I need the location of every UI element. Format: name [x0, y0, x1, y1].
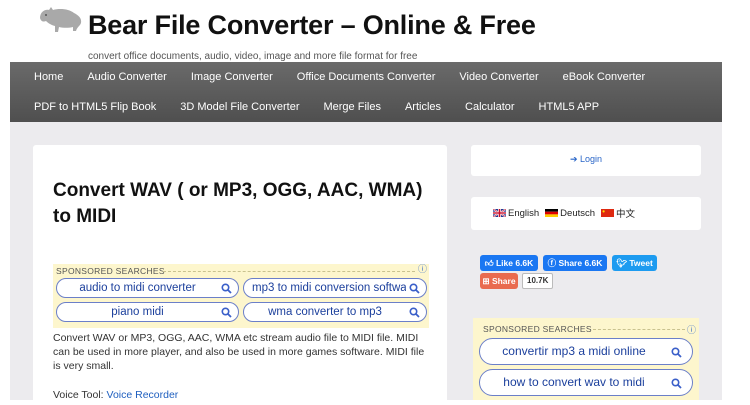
share-label: Share: [491, 276, 516, 286]
sponsored-pill-label: audio to midi converter: [79, 282, 196, 294]
search-icon: [221, 307, 232, 318]
nav-item-image-converter[interactable]: Image Converter: [179, 62, 285, 92]
nav-item-merge-files[interactable]: Merge Files: [311, 92, 392, 122]
site-tagline: convert office documents, audio, video, …: [88, 51, 418, 62]
sponsored-searches-box: SPONSORED SEARCHES ⓘ audio to midi conve…: [53, 264, 429, 328]
voice-tool-label: Voice Tool:: [53, 389, 104, 401]
sponsored-pill[interactable]: piano midi: [56, 302, 239, 322]
info-icon[interactable]: ⓘ: [687, 323, 696, 336]
sponsored-pill-label: piano midi: [111, 306, 164, 318]
facebook-share-button[interactable]: ⓕ Share 6.6K: [543, 255, 607, 271]
voice-tool-line: Voice Tool: Voice Recorder: [53, 389, 178, 401]
site-header: Bear File Converter – Online & Free conv…: [0, 0, 750, 62]
facebook-like-label: Like 6.6K: [495, 258, 534, 268]
language-card: English Deutsch 中文: [471, 197, 701, 230]
search-icon: [221, 283, 232, 294]
tweet-label: Tweet: [629, 258, 653, 268]
thumbs-up-icon: 👍︎: [484, 258, 494, 268]
sponsored-pill-label: wma converter to mp3: [268, 306, 382, 318]
nav-item-html5-app[interactable]: HTML5 APP: [527, 92, 612, 122]
twitter-bird-icon: 🐦︎: [616, 258, 627, 268]
sponsored-label: SPONSORED SEARCHES: [56, 266, 165, 276]
language-german[interactable]: Deutsch: [545, 208, 595, 219]
sign-in-icon: ➔: [569, 154, 578, 164]
login-link[interactable]: ➔ Login: [471, 154, 701, 165]
nav-item-ebook-converter[interactable]: eBook Converter: [551, 62, 658, 92]
sidebar-sponsored-box: SPONSORED SEARCHES ⓘ convertir mp3 a mid…: [473, 318, 699, 400]
search-icon: [671, 347, 682, 358]
sponsored-pill-label: mp3 to midi conversion softwa: [252, 282, 406, 294]
germany-flag-icon: [545, 209, 559, 217]
search-icon: [409, 283, 420, 294]
sidebar-sponsored-pill-label: convertir mp3 a midi online: [502, 344, 646, 358]
language-chinese-label: 中文: [616, 209, 636, 220]
main-content-card: Convert WAV ( or MP3, OGG, AAC, WMA) to …: [33, 145, 447, 405]
info-icon[interactable]: ⓘ: [418, 265, 427, 274]
description-text: Convert WAV or MP3, OGG, AAC, WMA etc st…: [53, 332, 425, 372]
nav-item-office-documents-converter[interactable]: Office Documents Converter: [285, 62, 448, 92]
nav-item-3d-model-converter[interactable]: 3D Model File Converter: [168, 92, 311, 122]
sponsored-pill[interactable]: audio to midi converter: [56, 278, 239, 298]
facebook-icon: ⓕ: [547, 258, 557, 268]
nav-item-home[interactable]: Home: [10, 62, 75, 92]
share-count: 10.7K: [522, 273, 554, 289]
page-title: Convert WAV ( or MP3, OGG, AAC, WMA) to …: [53, 180, 423, 227]
china-flag-icon: [601, 209, 615, 217]
nav-item-calculator[interactable]: Calculator: [453, 92, 527, 122]
nav-item-articles[interactable]: Articles: [393, 92, 453, 122]
sponsored-pill[interactable]: wma converter to mp3: [243, 302, 427, 322]
bear-logo-icon[interactable]: [36, 4, 84, 34]
tweet-button[interactable]: 🐦︎ Tweet: [612, 255, 657, 271]
facebook-like-button[interactable]: 👍︎ Like 6.6K: [480, 255, 538, 271]
login-label: Login: [580, 154, 603, 164]
sidebar-sponsored-pill[interactable]: how to convert wav to midi: [479, 369, 693, 396]
facebook-share-label: Share 6.6K: [558, 258, 603, 268]
language-switcher: English Deutsch 中文: [493, 206, 641, 220]
sidebar-sponsored-pill-label: how to convert wav to midi: [503, 375, 645, 389]
sidebar-sponsored-label: SPONSORED SEARCHES: [483, 324, 592, 334]
social-share-card: 👍︎ Like 6.6K ⓕ Share 6.6K 🐦︎ Tweet ⊞ Sha…: [471, 247, 701, 297]
search-icon: [671, 378, 682, 389]
nav-item-audio-converter[interactable]: Audio Converter: [75, 62, 179, 92]
nav-item-pdf-flip-book[interactable]: PDF to HTML5 Flip Book: [10, 92, 168, 122]
sidebar-sponsored-divider: [593, 329, 685, 330]
language-english[interactable]: English: [493, 208, 539, 219]
uk-flag-icon: [493, 209, 506, 217]
language-german-label: Deutsch: [560, 207, 596, 219]
site-title[interactable]: Bear File Converter – Online & Free: [88, 10, 536, 41]
search-icon: [409, 307, 420, 318]
nav-row-2: PDF to HTML5 Flip Book 3D Model File Con…: [10, 92, 611, 122]
plus-icon: ⊞: [482, 276, 490, 286]
main-navigation: Home Audio Converter Image Converter Off…: [10, 62, 722, 122]
sidebar-sponsored-pill[interactable]: convertir mp3 a midi online: [479, 338, 693, 365]
language-chinese[interactable]: 中文: [601, 206, 635, 220]
share-button[interactable]: ⊞ Share: [480, 273, 518, 289]
login-card: ➔ Login: [471, 145, 701, 176]
language-english-label: English: [508, 207, 540, 219]
voice-recorder-link[interactable]: Voice Recorder: [107, 389, 179, 401]
sponsored-divider: [163, 271, 415, 272]
sponsored-pill[interactable]: mp3 to midi conversion softwa: [243, 278, 427, 298]
nav-item-video-converter[interactable]: Video Converter: [447, 62, 550, 92]
nav-row-1: Home Audio Converter Image Converter Off…: [10, 62, 657, 92]
